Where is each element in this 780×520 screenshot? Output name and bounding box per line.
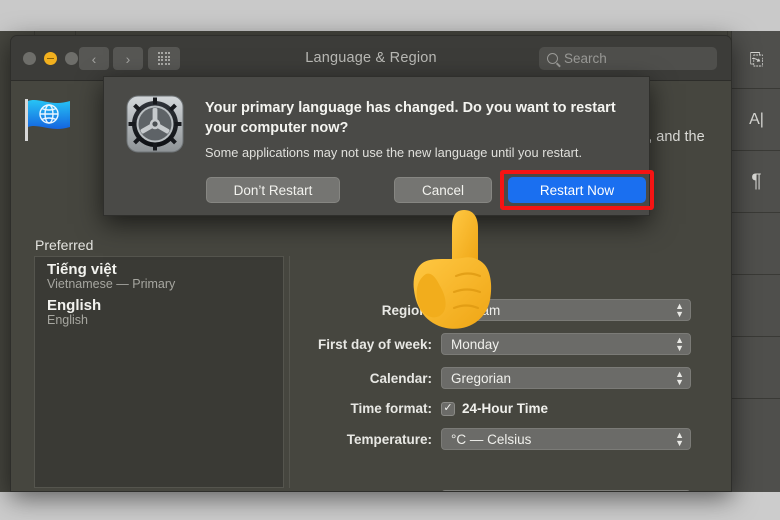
dialog-title: Your primary language has changed. Do yo…	[205, 100, 616, 137]
dialog-message: Some applications may not use the new la…	[205, 145, 583, 160]
list-item[interactable]: English English	[35, 293, 283, 329]
dialog-buttons: Don’t Restart Cancel Restart Now	[104, 170, 654, 210]
temperature-value: °C — Celsius	[451, 431, 532, 447]
temperature-label: Temperature:	[346, 431, 432, 447]
text-cursor-icon[interactable]: A|	[732, 89, 780, 151]
dont-restart-button[interactable]: Don’t Restart	[206, 177, 340, 203]
temperature-select[interactable]: °C — Celsius ▲ ▼	[441, 428, 691, 450]
restart-dialog: Your primary language has changed. Do yo…	[103, 76, 654, 216]
paste-icon[interactable]: ⎘	[732, 31, 780, 89]
language-native-name: Tiếng việt	[47, 261, 117, 278]
row-calendar: Calendar: Gregorian ▲ ▼	[301, 367, 691, 389]
time-format-value: 24-Hour Time	[462, 401, 549, 416]
pane-divider	[289, 256, 290, 488]
toolbar-slot-5[interactable]	[732, 275, 780, 337]
desktop-top-band	[0, 0, 780, 31]
time-format-checkbox[interactable]: ✓	[441, 401, 455, 416]
paragraph-mark-icon[interactable]: ¶	[732, 151, 780, 213]
desktop-bottom-band	[0, 492, 780, 520]
row-time-format: Time format: ✓ 24-Hour Time	[301, 401, 691, 416]
first-day-of-week-label: First day of week:	[317, 336, 432, 352]
toolbar-slot-4[interactable]	[732, 213, 780, 275]
chevron-updown-icon: ▲ ▼	[675, 301, 684, 319]
row-list-sort-order: List sort order: Vietnamese ▲▼	[301, 490, 691, 491]
calendar-select[interactable]: Gregorian ▲ ▼	[441, 367, 691, 389]
search-field[interactable]: Search	[539, 47, 717, 70]
preferred-languages-label: Preferred	[35, 237, 94, 253]
globe-flag-icon	[21, 95, 77, 143]
list-item[interactable]: Tiếng việt Vietnamese — Primary	[35, 257, 283, 293]
search-placeholder: Search	[564, 51, 607, 66]
background-app-right-toolbar[interactable]: ⎘ A| ¶	[731, 31, 780, 492]
language-subtitle: Vietnamese — Primary	[47, 277, 176, 291]
restart-now-button[interactable]: Restart Now	[508, 177, 646, 203]
chevron-updown-icon: ▲ ▼	[675, 430, 684, 448]
window-titlebar[interactable]: ‹ › Language & Region Search	[11, 36, 731, 81]
first-day-of-week-select[interactable]: Monday ▲ ▼	[441, 333, 691, 355]
chevron-updown-icon: ▲ ▼	[675, 335, 684, 353]
row-temperature: Temperature: °C — Celsius ▲ ▼	[301, 428, 691, 450]
list-sort-order-select[interactable]: Vietnamese ▲▼	[441, 490, 691, 491]
system-preferences-gear-icon	[126, 95, 184, 153]
toolbar-slot-6[interactable]	[732, 337, 780, 399]
pointing-hand-icon	[404, 204, 522, 332]
language-native-name: English	[47, 297, 102, 314]
cancel-button[interactable]: Cancel	[394, 177, 492, 203]
intro-text-fragment: s, and the	[641, 129, 705, 145]
calendar-label: Calendar:	[369, 370, 432, 386]
preferred-languages-list[interactable]: Tiếng việt Vietnamese — Primary English …	[34, 256, 284, 488]
time-format-checkbox-row[interactable]: ✓ 24-Hour Time	[441, 401, 548, 416]
time-format-label: Time format:	[350, 401, 432, 416]
row-first-day-of-week: First day of week: Monday ▲ ▼	[301, 333, 691, 355]
calendar-value: Gregorian	[451, 370, 512, 386]
language-subtitle: English	[47, 313, 88, 327]
search-icon	[547, 53, 558, 64]
screen: ⎘ A| ¶ ‹ › Language & Region Search s, a…	[0, 0, 780, 520]
first-day-of-week-value: Monday	[451, 336, 500, 352]
chevron-updown-icon: ▲ ▼	[675, 369, 684, 387]
